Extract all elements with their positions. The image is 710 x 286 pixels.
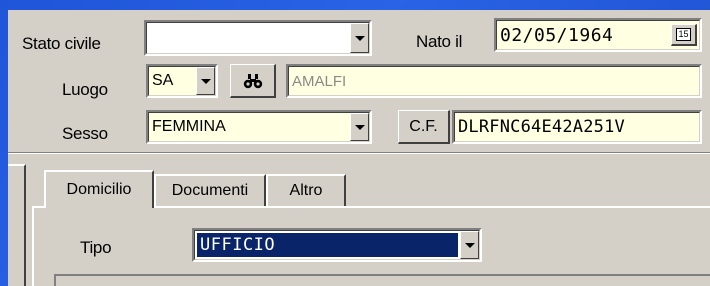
stato-civile-dropdown[interactable] [144, 20, 372, 56]
chevron-down-icon [354, 124, 365, 130]
calendar-button[interactable]: 15 [671, 24, 697, 46]
luogo-province-value: SA [152, 72, 174, 89]
sesso-value: FEMMINA [152, 118, 226, 135]
luogo-province-dropdown[interactable]: SA [146, 64, 218, 98]
chevron-down-icon [464, 242, 475, 248]
nato-il-date-field[interactable]: 02/05/1964 15 [494, 18, 702, 52]
chevron-down-icon [200, 78, 211, 84]
search-luogo-button[interactable] [230, 64, 276, 98]
tab-altro[interactable]: Altro [266, 174, 346, 206]
chevron-down-icon [354, 35, 365, 41]
nato-il-value: 02/05/1964 [500, 24, 614, 46]
tipo-dropdown[interactable]: UFFICIO [192, 228, 482, 262]
tipo-value: UFFICIO [197, 233, 458, 257]
luogo-city-field[interactable]: AMALFI [286, 64, 702, 98]
sesso-label: Sesso [62, 124, 108, 143]
binoculars-icon [243, 73, 262, 88]
luogo-label: Luogo [62, 80, 108, 99]
left-side-panel [8, 164, 26, 286]
sesso-dropdown[interactable]: FEMMINA [146, 110, 372, 144]
luogo-city-value: AMALFI [292, 72, 347, 90]
tipo-dropdown-button[interactable] [460, 231, 479, 259]
codice-fiscale-value: DLRFNC64E42A251V [458, 117, 625, 137]
codice-fiscale-field[interactable]: DLRFNC64E42A251V [452, 110, 702, 144]
tipo-label: Tipo [80, 238, 112, 257]
section-divider [8, 152, 710, 154]
tab-documenti[interactable]: Documenti [154, 174, 266, 206]
cf-button[interactable]: C.F. [398, 110, 450, 144]
stato-civile-dropdown-button[interactable] [350, 23, 369, 53]
tab-domicilio[interactable]: Domicilio [44, 170, 154, 208]
nato-il-label: Nato il [416, 32, 463, 51]
form-panel: Stato civile Nato il 02/05/1964 15 Luogo… [8, 10, 710, 286]
calendar-icon: 15 [676, 28, 691, 41]
inner-group-box [54, 274, 710, 286]
sesso-dropdown-button[interactable] [350, 113, 369, 141]
luogo-province-dropdown-button[interactable] [196, 67, 215, 95]
stato-civile-label: Stato civile [22, 34, 101, 53]
